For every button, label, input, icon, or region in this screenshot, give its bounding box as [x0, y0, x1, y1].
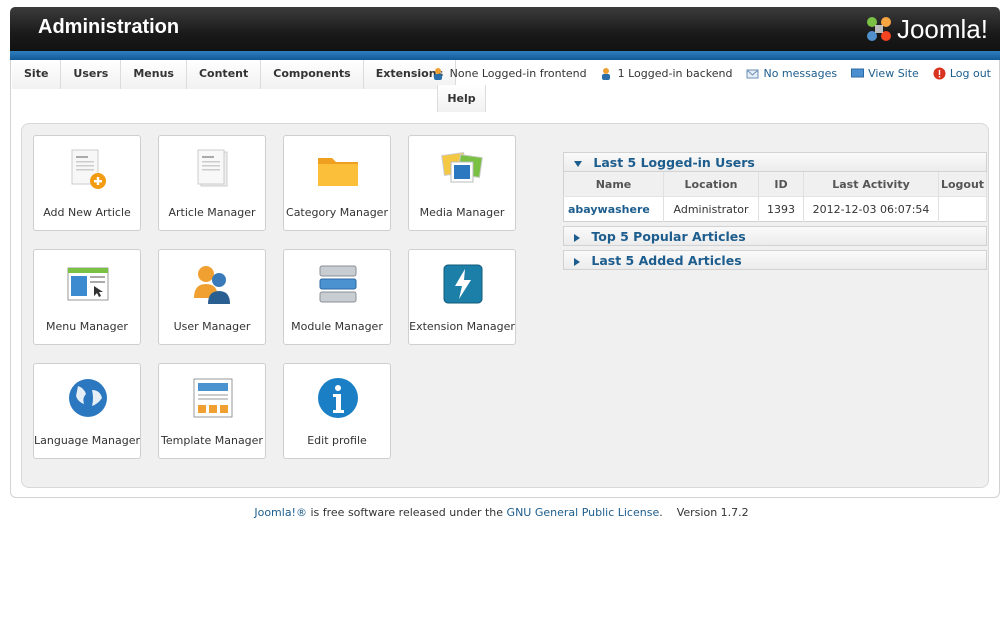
extension-icon: [443, 264, 483, 304]
footer-text: is free software released under the: [306, 506, 507, 519]
user-frontend-icon: [433, 68, 442, 80]
col-name: Name: [563, 172, 664, 197]
admin-header: Administration Joomla!: [10, 7, 1000, 51]
table-row: abaywashere Administrator 1393 2012-12-0…: [563, 196, 987, 222]
frontend-status: None Logged-in frontend: [433, 67, 587, 80]
menu-components[interactable]: Components: [261, 60, 364, 89]
media-icon: [441, 152, 483, 183]
page-footer: Joomla!® is free software released under…: [0, 506, 1003, 519]
panel-added-articles-header[interactable]: Last 5 Added Articles: [563, 250, 987, 270]
tile-user-manager[interactable]: User Manager: [158, 249, 266, 345]
tile-label: Category Manager: [286, 206, 388, 219]
logout-icon: [933, 67, 946, 80]
add-article-icon: [71, 149, 106, 189]
view-site-text[interactable]: View Site: [868, 67, 919, 80]
globe-icon: [69, 379, 107, 417]
col-location: Location: [663, 172, 759, 197]
frontend-status-text: None Logged-in frontend: [449, 67, 587, 80]
tile-label: Module Manager: [291, 320, 383, 333]
tile-label: Template Manager: [161, 434, 263, 447]
panel-title: Last 5 Added Articles: [591, 253, 742, 268]
tile-category-manager[interactable]: Category Manager: [283, 135, 391, 231]
panel-popular-articles-header[interactable]: Top 5 Popular Articles: [563, 226, 987, 246]
collapse-down-icon: [574, 160, 582, 167]
menu-help[interactable]: Help: [437, 85, 486, 112]
cpanel-inner: Add New Article Article Manager Category…: [21, 123, 989, 488]
info-icon: [318, 378, 358, 418]
menu-icon: [67, 267, 109, 301]
menu-users[interactable]: Users: [61, 60, 122, 89]
menu-site[interactable]: Site: [12, 60, 62, 89]
logout-text[interactable]: Log out: [950, 67, 991, 80]
template-icon: [193, 378, 233, 418]
top-menu-area: Site Users Menus Content Components Exte…: [10, 60, 1000, 113]
user-last-activity: 2012-12-03 06:07:54: [803, 196, 939, 222]
table-header-row: Name Location ID Last Activity Logout: [563, 172, 987, 197]
page-title: Administration: [38, 16, 180, 38]
tile-add-new-article[interactable]: Add New Article: [33, 135, 141, 231]
tile-label: Add New Article: [43, 206, 131, 219]
users-icon: [194, 266, 230, 304]
user-location: Administrator: [663, 196, 759, 222]
tile-menu-manager[interactable]: Menu Manager: [33, 249, 141, 345]
logged-in-users-table: Name Location ID Last Activity Logout ab…: [563, 172, 987, 222]
tile-label: Menu Manager: [46, 320, 128, 333]
tile-article-manager[interactable]: Article Manager: [158, 135, 266, 231]
panel-title: Last 5 Logged-in Users: [593, 155, 755, 170]
tile-media-manager[interactable]: Media Manager: [408, 135, 516, 231]
footer-joomla-link[interactable]: Joomla!®: [254, 506, 307, 519]
user-logout: [938, 196, 987, 222]
joomla-logo-icon: [866, 17, 891, 41]
tile-language-manager[interactable]: Language Manager: [33, 363, 141, 459]
user-backend-icon: [601, 68, 610, 80]
messages-link-text[interactable]: No messages: [763, 67, 837, 80]
joomla-logo-text: Joomla!: [896, 13, 988, 44]
module-icon: [319, 265, 357, 303]
tile-extension-manager[interactable]: Extension Manager: [408, 249, 516, 345]
col-last-activity: Last Activity: [803, 172, 939, 197]
monitor-icon: [851, 68, 865, 78]
expand-right-icon: [574, 233, 580, 242]
status-bar: None Logged-in frontend 1 Logged-in back…: [419, 67, 991, 80]
control-panel: Add New Article Article Manager Category…: [10, 112, 1000, 498]
tile-label: Media Manager: [419, 206, 505, 219]
expand-right-icon: [574, 257, 580, 266]
footer-license-link[interactable]: GNU General Public License: [507, 506, 660, 519]
tile-label: Language Manager: [34, 434, 140, 447]
article-icon: [197, 149, 228, 187]
joomla-logo: Joomla!: [865, 13, 988, 45]
menu-content[interactable]: Content: [186, 60, 262, 89]
tile-label: Extension Manager: [409, 320, 515, 333]
panel-logged-in-users-header[interactable]: Last 5 Logged-in Users: [563, 152, 987, 172]
user-id: 1393: [758, 196, 804, 222]
header-accent-bar: [10, 51, 1000, 60]
user-name-link[interactable]: abaywashere: [563, 196, 664, 222]
backend-status-text: 1 Logged-in backend: [617, 67, 733, 80]
tile-module-manager[interactable]: Module Manager: [283, 249, 391, 345]
tile-label: User Manager: [173, 320, 251, 333]
main-menu: Site Users Menus Content Components Exte…: [12, 60, 457, 89]
sidebar-panels: Last 5 Logged-in Users Name Location ID …: [563, 152, 987, 270]
panel-title: Top 5 Popular Articles: [591, 229, 746, 244]
menu-menus[interactable]: Menus: [121, 60, 187, 89]
footer-period: .: [659, 506, 663, 519]
envelope-icon: [746, 69, 759, 79]
tile-label: Edit profile: [307, 434, 367, 447]
footer-version: Version 1.7.2: [676, 506, 749, 519]
backend-status: 1 Logged-in backend: [601, 67, 733, 80]
tile-template-manager[interactable]: Template Manager: [158, 363, 266, 459]
view-site-link[interactable]: View Site: [851, 67, 919, 80]
col-id: ID: [758, 172, 804, 197]
tile-label: Article Manager: [168, 206, 256, 219]
tile-edit-profile[interactable]: Edit profile: [283, 363, 391, 459]
messages-link[interactable]: No messages: [746, 67, 837, 80]
logout-link[interactable]: Log out: [933, 67, 991, 80]
col-logout: Logout: [938, 172, 987, 197]
folder-icon: [318, 158, 358, 186]
